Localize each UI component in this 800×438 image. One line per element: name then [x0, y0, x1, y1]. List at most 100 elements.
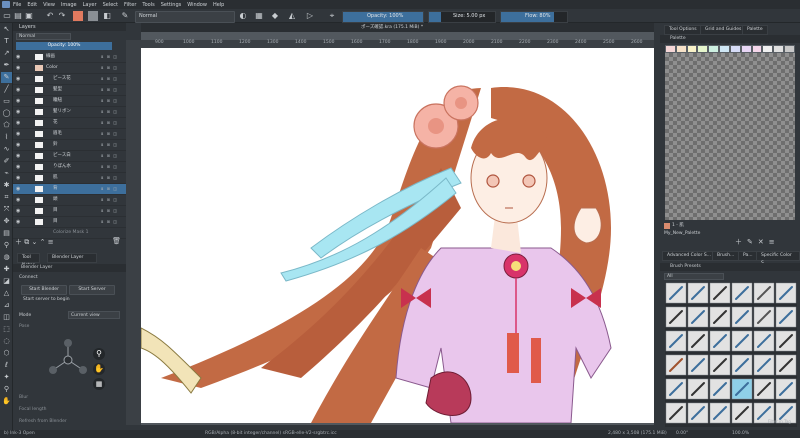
layer-row[interactable]: ◉ 眉毛 α ⊞ ◫ [13, 129, 126, 140]
reload-preset-icon[interactable]: ◆ [270, 11, 280, 21]
line-tool-icon[interactable]: ╱ [1, 84, 12, 95]
visibility-icon[interactable]: ◉ [16, 173, 22, 183]
crop-tool-icon[interactable]: ⌗ [1, 192, 12, 203]
rectangle-tool-icon[interactable]: ▭ [1, 96, 12, 107]
freehand-path-icon[interactable]: ✐ [1, 156, 12, 167]
menu-file[interactable]: File [13, 2, 21, 8]
brush-filter-select[interactable]: All [664, 273, 724, 280]
layer-row[interactable]: ◉ 肌 α ⊞ ◫ [13, 173, 126, 184]
text-tool-icon[interactable]: T [1, 36, 12, 47]
pan-view-icon[interactable]: ✋ [93, 363, 105, 375]
layer-row[interactable]: ◉ りぼん水 α ⊞ ◫ [13, 162, 126, 173]
layer-row[interactable]: ◉ 頭 α ⊞ ◫ [13, 195, 126, 206]
fg-bg-color-icon[interactable]: ◧ [102, 11, 112, 21]
palette-swatch[interactable] [719, 45, 730, 53]
layer-row[interactable]: ◉ Color α ⊞ ◫ [13, 63, 126, 74]
polygon-tool-icon[interactable]: ⬠ [1, 120, 12, 131]
move-tool-icon[interactable]: ✥ [1, 216, 12, 227]
layer-row[interactable]: ◉ 髪型 α ⊞ ◫ [13, 85, 126, 96]
bezier-tool-icon[interactable]: ∿ [1, 144, 12, 155]
reference-tool-icon[interactable]: ◫ [1, 312, 12, 323]
palette-swatch[interactable] [729, 45, 741, 53]
layer-row[interactable]: ◉ 目 α ⊞ ◫ [13, 206, 126, 217]
visibility-icon[interactable]: ◉ [16, 118, 22, 128]
tab-advanced-color[interactable]: Advanced Color S... [662, 251, 716, 261]
menu-help[interactable]: Help [213, 2, 224, 8]
palette-swatch[interactable] [784, 45, 795, 53]
menu-filter[interactable]: Filter [124, 2, 136, 8]
menu-tools[interactable]: Tools [142, 2, 154, 8]
flow-slider[interactable]: Flow: 80% [500, 11, 568, 23]
palette-swatch[interactable] [665, 45, 676, 53]
artwork-canvas[interactable] [141, 48, 654, 423]
menu-layer[interactable]: Layer [83, 2, 97, 8]
visibility-icon[interactable]: ◉ [16, 129, 22, 139]
menu-view[interactable]: View [43, 2, 55, 8]
zoom-tool-icon[interactable]: ⚲ [1, 384, 12, 395]
grid-view-icon[interactable]: ▦ [93, 378, 105, 390]
layer-row-selected[interactable]: ◉ 背 α ⊞ ◫ [13, 184, 126, 195]
layer-row[interactable]: ◉ 瞳紐 α ⊞ ◫ [13, 96, 126, 107]
visibility-icon[interactable]: ◉ [16, 217, 22, 227]
palette-swatch[interactable] [675, 45, 687, 53]
gradient-tool-icon[interactable]: ▤ [1, 228, 12, 239]
calligraphy-icon[interactable]: ✒ [1, 60, 12, 71]
menu-window[interactable]: Window [187, 2, 207, 8]
add-layer-icon[interactable]: ＋ [15, 238, 22, 246]
visibility-icon[interactable]: ◉ [16, 184, 22, 194]
palette-swatch[interactable] [708, 45, 720, 53]
layer-row[interactable]: ◉ ピース白 α ⊞ ◫ [13, 151, 126, 162]
layer-row[interactable]: ◉ ピース花 α ⊞ ◫ [13, 74, 126, 85]
delete-layer-icon[interactable]: 🗑 [112, 237, 121, 245]
visibility-icon[interactable]: ◉ [16, 206, 22, 216]
visibility-icon[interactable]: ◉ [16, 96, 22, 106]
palette-grid[interactable] [665, 45, 795, 220]
palette-swatch[interactable] [686, 45, 698, 53]
tab-specific-color[interactable]: Specific Color S... [756, 251, 800, 266]
eraser-mode-icon[interactable]: ◐ [238, 11, 248, 21]
tab-tool-notes[interactable]: Tool Notes [17, 253, 40, 268]
layer-opacity-slider[interactable]: Opacity: 100% [16, 42, 112, 50]
pattern-swatch-icon[interactable] [88, 11, 98, 21]
edit-palette-icon[interactable]: ✎ [747, 238, 758, 246]
tab-tool-options[interactable]: Tool Options [664, 25, 702, 35]
layer-properties-icon[interactable]: ≡ [48, 238, 54, 246]
layer-row[interactable]: ◉ 花 α ⊞ ◫ [13, 118, 126, 129]
undo-icon[interactable]: ↶ [45, 11, 55, 21]
freehand-select-icon[interactable]: ℓ [1, 360, 12, 371]
visibility-icon[interactable]: ◉ [16, 52, 22, 62]
color-picker-icon[interactable]: ⚲ [1, 240, 12, 251]
document-tab[interactable]: ポーズ確認.kra (175.1 MiB) * [361, 24, 423, 30]
palette-swatch[interactable] [697, 45, 709, 53]
gradient-swatch-icon[interactable] [73, 11, 83, 21]
refresh-checkbox[interactable]: Refresh from Blender [19, 419, 67, 424]
tag-filter-label[interactable]: Filter in Tag [768, 419, 791, 424]
menu-edit[interactable]: Edit [27, 2, 37, 8]
layer-row[interactable]: ◉ 目 α ⊞ ◫ [13, 217, 126, 228]
status-rotation[interactable]: 0.00° [676, 430, 688, 438]
palette-swatch[interactable] [762, 45, 774, 53]
visibility-icon[interactable]: ◉ [16, 74, 22, 84]
brush-preset-icon[interactable]: ✎ [120, 11, 130, 21]
contiguous-select-icon[interactable]: ✦ [1, 372, 12, 383]
polyline-tool-icon[interactable]: ⌇ [1, 132, 12, 143]
tab-palette[interactable]: Palette [742, 25, 768, 35]
layer-row[interactable]: ◉ 鈴 α ⊞ ◫ [13, 140, 126, 151]
navigation-gizmo-icon[interactable] [43, 335, 93, 385]
menu-settings[interactable]: Settings [161, 2, 182, 8]
add-swatch-icon[interactable]: ＋ [735, 238, 747, 246]
measure-tool-icon[interactable]: ⊿ [1, 300, 12, 311]
move-down-icon[interactable]: ⌄ [31, 238, 37, 246]
visibility-icon[interactable]: ◉ [16, 162, 22, 172]
assistant-tool-icon[interactable]: △ [1, 288, 12, 299]
move-up-icon[interactable]: ⌃ [40, 238, 46, 246]
brush-preset-grid[interactable] [665, 282, 797, 427]
duplicate-layer-icon[interactable]: ⧉ [24, 238, 29, 246]
status-zoom[interactable]: 100.0% [732, 430, 749, 438]
tab-grid-guides[interactable]: Grid and Guides [700, 25, 747, 35]
size-slider[interactable]: Size: 5.00 px [428, 11, 496, 23]
edit-shapes-icon[interactable]: ↗ [1, 48, 12, 59]
view-gizmo[interactable] [43, 335, 93, 385]
start-blender-button[interactable]: Start Blender [21, 285, 67, 295]
tab-blender-layer[interactable]: Blender Layer [47, 253, 97, 263]
